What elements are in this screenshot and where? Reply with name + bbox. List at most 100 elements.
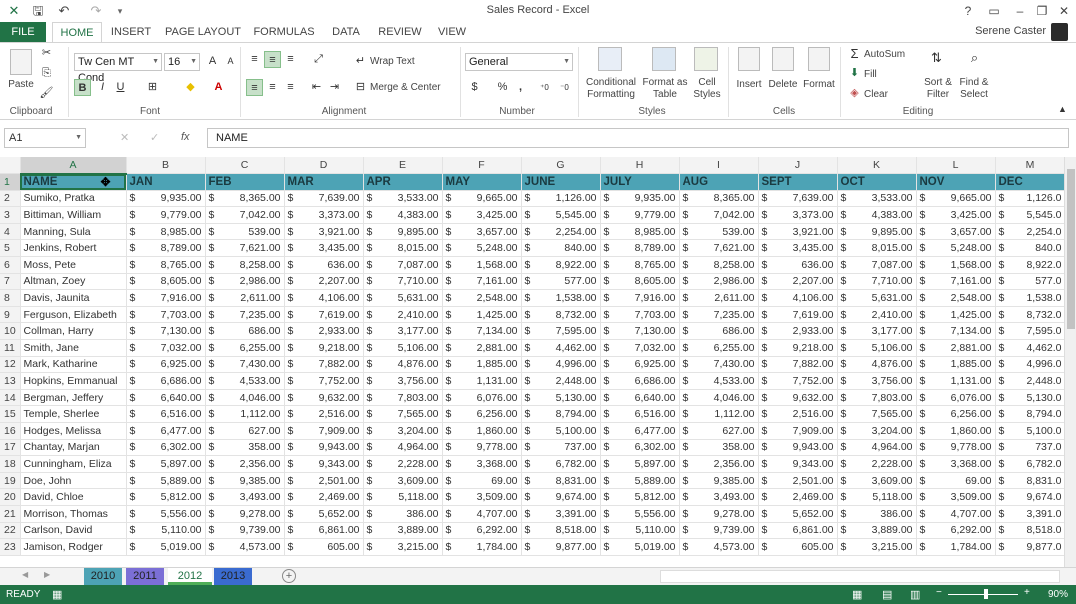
sales-cell[interactable]: $5,100.00 xyxy=(521,422,601,440)
sales-cell[interactable]: $7,621.00 xyxy=(205,239,285,258)
tab-data[interactable]: DATA xyxy=(326,22,366,42)
column-header-g[interactable]: G xyxy=(521,157,601,175)
column-header-a[interactable]: A xyxy=(20,157,127,175)
sales-cell[interactable]: $539.00 xyxy=(205,223,285,241)
sales-cell[interactable]: $5,019.00 xyxy=(600,538,680,556)
sales-cell[interactable]: $7,430.00 xyxy=(679,356,759,374)
sales-cell[interactable]: $3,609.00 xyxy=(837,472,917,490)
sales-cell[interactable]: $358.00 xyxy=(679,439,759,457)
name-cell[interactable]: Davis, Jaunita xyxy=(20,289,127,307)
sales-cell[interactable]: $7,803.00 xyxy=(837,389,917,407)
sales-cell[interactable]: $8,365.00 xyxy=(205,190,285,208)
sales-cell[interactable]: $7,134.00 xyxy=(442,322,522,341)
header-cell[interactable]: MAR xyxy=(284,173,364,191)
sales-cell[interactable]: $9,779.00 xyxy=(600,206,680,224)
sales-cell[interactable]: $5,631.00 xyxy=(837,289,917,307)
sales-cell[interactable]: $6,292.00 xyxy=(916,522,996,540)
sales-cell[interactable]: $840.00 xyxy=(521,239,601,258)
sales-cell[interactable]: $8,605.00 xyxy=(600,273,680,291)
format-as-table-icon[interactable] xyxy=(652,47,676,71)
fill-color-icon[interactable]: ◆ xyxy=(182,79,199,96)
sales-cell[interactable]: $3,609.00 xyxy=(363,472,443,490)
scroll-thumb[interactable] xyxy=(1067,169,1075,329)
sales-cell[interactable]: $2,207.00 xyxy=(758,273,838,291)
sales-cell[interactable]: $7,639.00 xyxy=(284,190,364,208)
sales-cell[interactable]: $3,373.00 xyxy=(284,206,364,224)
sales-cell[interactable]: $7,595.00 xyxy=(521,322,601,341)
row-header[interactable]: 9 xyxy=(0,306,21,324)
sales-cell[interactable]: $9,278.00 xyxy=(205,505,285,523)
sales-cell[interactable]: $9,278.00 xyxy=(679,505,759,523)
sales-cell[interactable]: $1,885.00 xyxy=(442,356,522,374)
row-header[interactable]: 15 xyxy=(0,405,21,423)
column-header-f[interactable]: F xyxy=(442,157,522,175)
row-header[interactable]: 12 xyxy=(0,356,21,374)
sales-cell[interactable]: $1,126.0 xyxy=(995,190,1064,208)
sales-cell[interactable]: $5,812.00 xyxy=(126,488,206,506)
row-header[interactable]: 3 xyxy=(0,206,21,224)
align-left-icon[interactable]: ≡ xyxy=(246,79,263,96)
sales-cell[interactable]: $386.00 xyxy=(363,505,443,523)
sales-cell[interactable]: $2,207.00 xyxy=(284,273,364,291)
zoom-slider-handle[interactable] xyxy=(984,589,988,599)
header-cell[interactable]: JULY xyxy=(600,173,680,191)
horizontal-scrollbar[interactable] xyxy=(660,570,1060,583)
close-button[interactable]: ✕ xyxy=(1052,2,1076,20)
sales-cell[interactable]: $8,922.0 xyxy=(995,256,1064,274)
sales-cell[interactable]: $3,373.00 xyxy=(758,206,838,224)
format-as-table-button[interactable]: Format as Table xyxy=(640,77,690,101)
sales-cell[interactable]: $2,548.00 xyxy=(916,289,996,307)
name-cell[interactable]: Collman, Harry xyxy=(20,322,127,341)
sheet-tab-2012[interactable]: 2012 xyxy=(168,568,212,585)
sales-cell[interactable]: $8,605.00 xyxy=(126,273,206,291)
tab-formulas[interactable]: FORMULAS xyxy=(252,22,316,42)
row-header[interactable]: 18 xyxy=(0,455,21,473)
header-cell[interactable]: JAN xyxy=(126,173,206,191)
name-cell[interactable]: Doe, John xyxy=(20,472,127,490)
sales-cell[interactable]: $2,228.00 xyxy=(837,455,917,473)
header-cell[interactable]: FEB xyxy=(205,173,285,191)
column-header-c[interactable]: C xyxy=(205,157,285,175)
sales-cell[interactable]: $8,765.00 xyxy=(126,256,206,274)
sales-cell[interactable]: $8,258.00 xyxy=(679,256,759,274)
sales-cell[interactable]: $3,756.00 xyxy=(363,372,443,390)
sales-cell[interactable]: $2,356.00 xyxy=(679,455,759,473)
sales-cell[interactable]: $6,292.00 xyxy=(442,522,522,540)
row-header[interactable]: 13 xyxy=(0,372,21,390)
avatar[interactable] xyxy=(1051,23,1068,41)
sales-cell[interactable]: $4,996.00 xyxy=(521,356,601,374)
row-header[interactable]: 10 xyxy=(0,322,21,341)
collapse-ribbon-icon[interactable]: ▲ xyxy=(1054,101,1071,118)
sales-cell[interactable]: $1,131.00 xyxy=(916,372,996,390)
tab-home[interactable]: HOME xyxy=(52,22,102,43)
sales-cell[interactable]: $2,933.00 xyxy=(284,322,364,341)
sales-cell[interactable]: $577.0 xyxy=(995,273,1064,291)
sales-cell[interactable]: $6,861.00 xyxy=(758,522,838,540)
sales-cell[interactable]: $6,861.00 xyxy=(284,522,364,540)
sales-cell[interactable]: $9,935.00 xyxy=(126,190,206,208)
formula-input[interactable]: NAME xyxy=(207,128,1069,148)
sales-cell[interactable]: $3,204.00 xyxy=(837,422,917,440)
sales-cell[interactable]: $9,218.00 xyxy=(284,339,364,357)
fill-icon[interactable]: ⬇ xyxy=(846,65,863,82)
sales-cell[interactable]: $4,106.00 xyxy=(284,289,364,307)
clear-icon[interactable]: ◈ xyxy=(846,85,863,102)
sales-cell[interactable]: $2,986.00 xyxy=(679,273,759,291)
column-header-i[interactable]: I xyxy=(679,157,759,175)
sort-filter-icon[interactable]: ⇅ xyxy=(928,49,945,66)
sales-cell[interactable]: $5,889.00 xyxy=(600,472,680,490)
sales-cell[interactable]: $3,177.00 xyxy=(837,322,917,341)
sales-cell[interactable]: $8,765.00 xyxy=(600,256,680,274)
sales-cell[interactable]: $686.00 xyxy=(205,322,285,341)
sales-cell[interactable]: $7,087.00 xyxy=(363,256,443,274)
sales-cell[interactable]: $1,860.00 xyxy=(442,422,522,440)
sales-cell[interactable]: $3,425.00 xyxy=(442,206,522,224)
sales-cell[interactable]: $8,365.00 xyxy=(679,190,759,208)
sales-cell[interactable]: $9,877.00 xyxy=(521,538,601,556)
sales-cell[interactable]: $4,383.00 xyxy=(363,206,443,224)
wrap-text-icon[interactable]: ↵ xyxy=(352,53,369,70)
row-header[interactable]: 21 xyxy=(0,505,21,523)
align-middle-icon[interactable]: ≡ xyxy=(264,51,281,68)
row-header[interactable]: 8 xyxy=(0,289,21,307)
zoom-slider[interactable] xyxy=(948,594,1018,595)
